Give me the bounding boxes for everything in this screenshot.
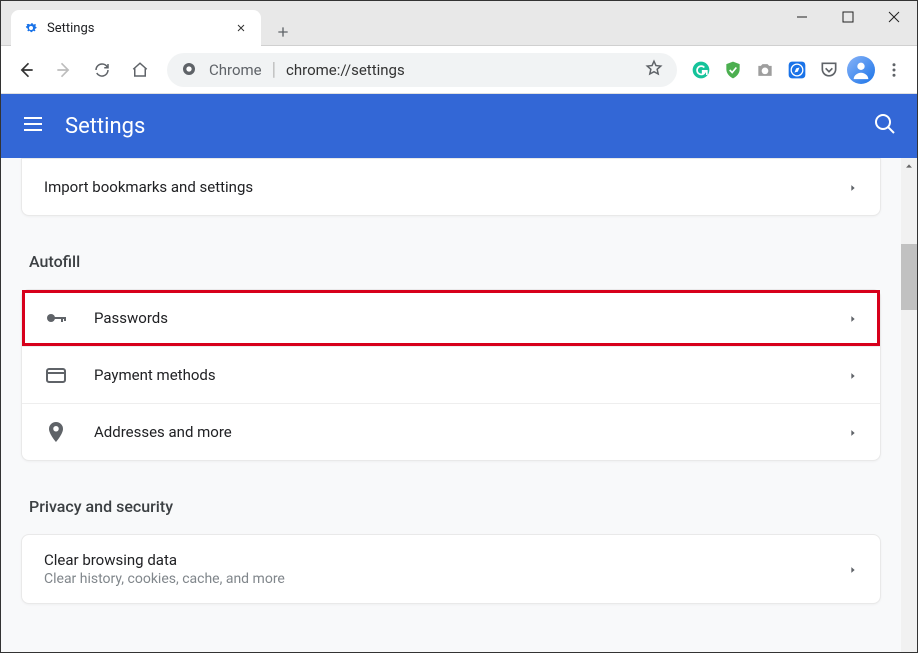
scrollbar-thumb[interactable] bbox=[901, 244, 917, 310]
location-pin-icon bbox=[44, 420, 68, 444]
tab-title: Settings bbox=[47, 21, 233, 36]
bookmark-star-icon[interactable] bbox=[645, 59, 663, 81]
content-area: Import bookmarks and settings Autofill P… bbox=[1, 158, 917, 652]
row-passwords[interactable]: Passwords bbox=[22, 290, 880, 346]
settings-header: Settings bbox=[1, 94, 917, 158]
chevron-right-icon bbox=[848, 560, 858, 579]
omnibox-origin-label: Chrome bbox=[209, 61, 262, 79]
maximize-button[interactable] bbox=[825, 1, 871, 33]
page-title: Settings bbox=[65, 114, 145, 139]
row-label: Payment methods bbox=[94, 366, 848, 384]
forward-button[interactable] bbox=[47, 53, 81, 87]
gear-icon bbox=[23, 20, 39, 36]
chevron-right-icon bbox=[848, 423, 858, 442]
extension-compass-icon[interactable] bbox=[783, 56, 811, 84]
row-label: Addresses and more bbox=[94, 423, 848, 441]
extension-shield-icon[interactable] bbox=[719, 56, 747, 84]
browser-menu-button[interactable] bbox=[879, 55, 909, 85]
credit-card-icon bbox=[44, 363, 68, 387]
row-label: Passwords bbox=[94, 309, 848, 327]
omnibox-separator: | bbox=[272, 59, 276, 80]
scrollbar[interactable] bbox=[901, 158, 917, 652]
back-button[interactable] bbox=[9, 53, 43, 87]
privacy-card: Clear browsing data Clear history, cooki… bbox=[21, 534, 881, 604]
reload-button[interactable] bbox=[85, 53, 119, 87]
omnibox[interactable]: Chrome | chrome://settings bbox=[167, 53, 677, 87]
row-label: Clear browsing data bbox=[44, 551, 848, 569]
omnibox-url: chrome://settings bbox=[286, 61, 635, 79]
row-sublabel: Clear history, cookies, cache, and more bbox=[44, 571, 848, 587]
row-clear-browsing-data[interactable]: Clear browsing data Clear history, cooki… bbox=[22, 535, 880, 603]
browser-toolbar: Chrome | chrome://settings bbox=[1, 46, 917, 94]
autofill-card: Passwords Payment methods Addresses and … bbox=[21, 289, 881, 461]
close-window-button[interactable] bbox=[871, 1, 917, 33]
window-titlebar: Settings bbox=[1, 1, 917, 46]
browser-tab-settings[interactable]: Settings bbox=[11, 10, 261, 46]
tab-strip: Settings bbox=[1, 1, 779, 46]
chrome-icon bbox=[181, 61, 199, 79]
window-controls bbox=[779, 1, 917, 33]
row-payment-methods[interactable]: Payment methods bbox=[22, 346, 880, 403]
profile-avatar[interactable] bbox=[847, 56, 875, 84]
chevron-right-icon bbox=[848, 309, 858, 328]
chevron-right-icon bbox=[848, 178, 858, 197]
menu-icon[interactable] bbox=[21, 112, 45, 140]
scroll-up-arrow-icon[interactable] bbox=[901, 158, 917, 174]
section-title-autofill: Autofill bbox=[29, 252, 881, 271]
extension-camera-icon[interactable] bbox=[751, 56, 779, 84]
row-label: Import bookmarks and settings bbox=[44, 178, 848, 196]
extension-grammarly-icon[interactable] bbox=[687, 56, 715, 84]
chevron-right-icon bbox=[848, 366, 858, 385]
home-button[interactable] bbox=[123, 53, 157, 87]
new-tab-button[interactable] bbox=[269, 18, 297, 46]
row-import-bookmarks[interactable]: Import bookmarks and settings bbox=[22, 159, 880, 215]
row-addresses[interactable]: Addresses and more bbox=[22, 403, 880, 460]
import-card: Import bookmarks and settings bbox=[21, 158, 881, 216]
section-title-privacy: Privacy and security bbox=[29, 497, 881, 516]
close-icon[interactable] bbox=[233, 20, 249, 36]
minimize-button[interactable] bbox=[779, 1, 825, 33]
key-icon bbox=[44, 306, 68, 330]
search-icon[interactable] bbox=[873, 112, 897, 140]
extension-pocket-icon[interactable] bbox=[815, 56, 843, 84]
